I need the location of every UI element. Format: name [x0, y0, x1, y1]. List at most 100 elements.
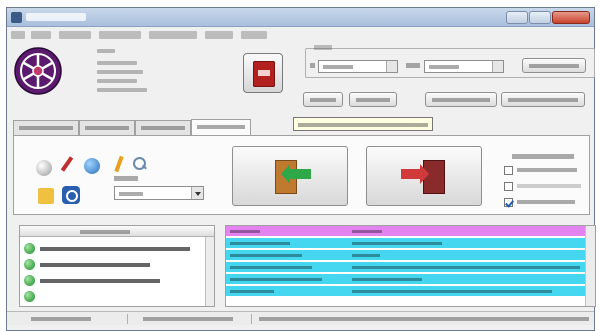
- summary-line-1: [97, 61, 137, 65]
- menu-item-2[interactable]: [31, 31, 51, 39]
- menu-item-3[interactable]: [59, 31, 91, 39]
- status-separator: [251, 314, 252, 324]
- list-item[interactable]: [24, 290, 206, 303]
- online-status-icon: [24, 243, 35, 254]
- list-item[interactable]: [24, 274, 206, 287]
- grid-header-cell: [230, 230, 260, 233]
- autostart-option-2-label: [517, 184, 581, 188]
- period-button-3-label: [432, 98, 490, 102]
- period-title: [314, 45, 332, 50]
- maximize-button[interactable]: [529, 11, 551, 24]
- tab-1[interactable]: [13, 120, 79, 135]
- menu-item-1[interactable]: [11, 31, 25, 39]
- period-button-4-label: [508, 98, 578, 102]
- app-icon: [11, 12, 22, 23]
- period-button-4[interactable]: [501, 92, 585, 107]
- terminal-name: [40, 247, 190, 251]
- period-button-2[interactable]: [349, 92, 397, 107]
- date-to-value: [429, 65, 459, 69]
- grid-cell: [352, 266, 580, 269]
- folder-icon[interactable]: [38, 188, 54, 204]
- grid-cell: [230, 254, 302, 257]
- terminal-list: [19, 225, 215, 307]
- autostart-checkbox-1[interactable]: [504, 166, 513, 175]
- online-status-icon: [24, 291, 35, 302]
- tooltip-text: [298, 123, 428, 127]
- table-row[interactable]: [226, 262, 586, 273]
- list-item[interactable]: [24, 258, 206, 271]
- document-text-strip: [0, 0, 601, 7]
- table-row[interactable]: [226, 286, 586, 297]
- tab-3-label: [141, 126, 185, 130]
- apply-period-button[interactable]: [522, 58, 586, 73]
- online-status-icon: [24, 275, 35, 286]
- period-button-1-label: [310, 98, 336, 102]
- apply-period-label: [529, 64, 579, 68]
- status-bar: [7, 311, 594, 325]
- list-item[interactable]: [24, 242, 206, 255]
- app-logo-icon: [14, 47, 62, 95]
- online-status-icon: [24, 259, 35, 270]
- window-title: [26, 13, 86, 21]
- date-from-value: [323, 65, 353, 69]
- calendar-dropdown-icon[interactable]: [492, 61, 503, 72]
- date-to-field[interactable]: [424, 60, 504, 73]
- exit-button[interactable]: [366, 146, 482, 206]
- status-cell-1: [31, 317, 91, 321]
- table-row[interactable]: [226, 238, 586, 249]
- period-to-label: [406, 63, 420, 68]
- grid-scrollbar[interactable]: [585, 226, 595, 306]
- tab-4-label: [197, 125, 245, 129]
- calendar-dropdown-icon[interactable]: [386, 61, 397, 72]
- status-summary: [69, 46, 189, 106]
- tab-2-label: [85, 126, 129, 130]
- terminal-name: [40, 263, 150, 267]
- entry-button[interactable]: [232, 146, 348, 206]
- menu-item-6[interactable]: [205, 31, 233, 39]
- grid-header-cell: [352, 230, 382, 233]
- wrench-icon[interactable]: [58, 156, 74, 172]
- period-button-3[interactable]: [425, 92, 497, 107]
- tab-2[interactable]: [79, 120, 135, 135]
- mode-value: [119, 192, 143, 196]
- autostart-checkbox-3[interactable]: [504, 198, 513, 207]
- autostart-checkbox-2[interactable]: [504, 182, 513, 191]
- minimize-button[interactable]: [506, 11, 528, 24]
- report-button[interactable]: [243, 53, 283, 93]
- terminal-list-header[interactable]: [20, 226, 214, 237]
- chevron-down-icon[interactable]: [191, 187, 203, 199]
- autostart-option-1-label: [517, 168, 577, 172]
- menu-item-7[interactable]: [241, 31, 267, 39]
- grid-cell: [352, 278, 422, 281]
- status-cell-3: [259, 317, 589, 321]
- status-cell-2: [143, 317, 233, 321]
- date-from-field[interactable]: [318, 60, 398, 73]
- grid-cell: [230, 278, 322, 281]
- title-bar: [7, 8, 594, 27]
- menu-item-4[interactable]: [99, 31, 141, 39]
- list-scrollbar[interactable]: [205, 237, 214, 306]
- table-row[interactable]: [226, 274, 586, 285]
- globe-icon[interactable]: [84, 158, 100, 174]
- shield-icon[interactable]: [62, 186, 80, 204]
- close-button[interactable]: [552, 11, 590, 24]
- report-icon: [253, 61, 275, 87]
- terminal-list-header-label: [80, 230, 130, 234]
- table-row[interactable]: [226, 250, 586, 261]
- pencil-icon[interactable]: [110, 156, 126, 172]
- tab-3[interactable]: [135, 120, 191, 135]
- summary-line-2: [97, 70, 143, 74]
- menu-item-5[interactable]: [149, 31, 197, 39]
- period-button-1[interactable]: [303, 92, 343, 107]
- disc-icon[interactable]: [36, 160, 52, 176]
- search-icon[interactable]: [132, 156, 148, 172]
- tab-4[interactable]: [191, 119, 251, 135]
- mode-select[interactable]: [114, 186, 204, 200]
- control-panel: [13, 135, 590, 215]
- summary-heading: [97, 49, 115, 53]
- tooltip: [293, 117, 433, 131]
- summary-line-3: [97, 79, 137, 83]
- mode-label: [114, 176, 138, 181]
- tab-1-label: [19, 126, 73, 130]
- period-from-label: [310, 63, 315, 68]
